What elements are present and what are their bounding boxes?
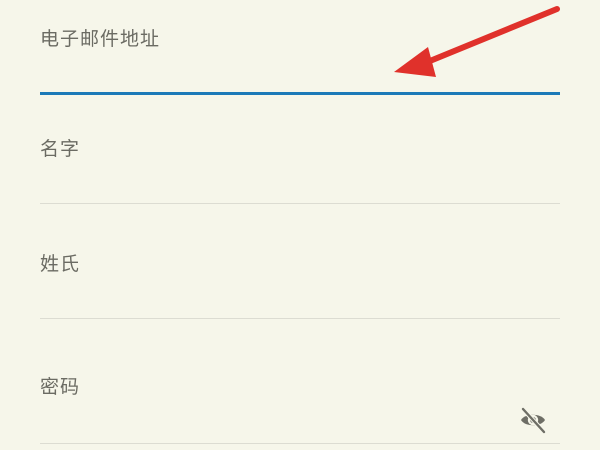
- eye-off-icon: [520, 406, 547, 435]
- first-name-input[interactable]: [40, 166, 520, 194]
- password-field-group: 密码: [40, 322, 560, 450]
- email-underline-focused: [40, 92, 560, 95]
- last-name-underline: [40, 318, 560, 319]
- last-name-field-group: 姓氏: [40, 210, 560, 322]
- password-input[interactable]: [40, 406, 470, 434]
- first-name-field-group: 名字: [40, 100, 560, 210]
- password-label: 密码: [40, 376, 81, 398]
- email-input[interactable]: [40, 58, 520, 86]
- email-label: 电子邮件地址: [40, 28, 161, 50]
- password-visibility-toggle[interactable]: [516, 403, 550, 437]
- first-name-underline: [40, 203, 560, 204]
- signup-form-screen: 电子邮件地址 名字 姓氏 密码: [0, 0, 600, 450]
- email-field-group: 电子邮件地址: [40, 0, 560, 100]
- password-underline: [40, 443, 560, 444]
- last-name-label: 姓氏: [40, 253, 81, 275]
- last-name-input[interactable]: [40, 282, 520, 310]
- first-name-label: 名字: [40, 138, 81, 160]
